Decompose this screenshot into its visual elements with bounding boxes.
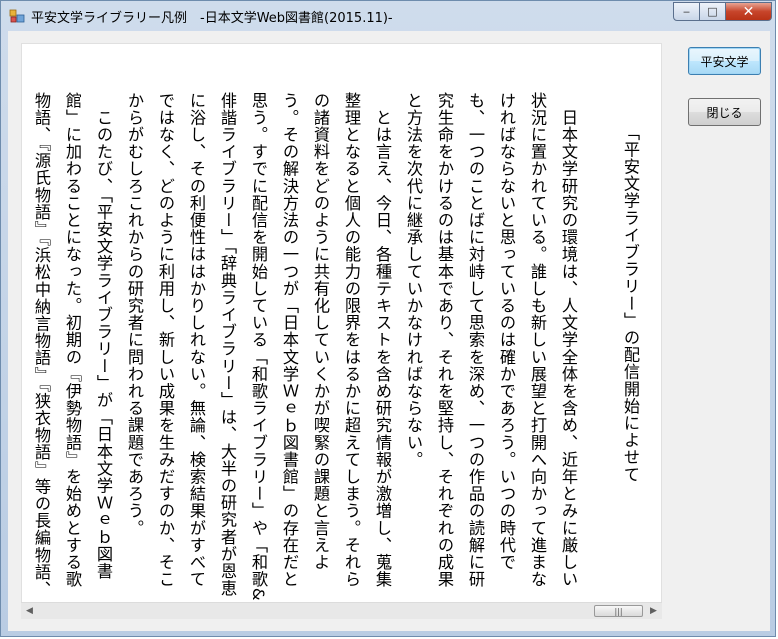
title-bar[interactable]: 平安文学ライブラリー凡例 -日本文学Web図書館(2015.11)- ‒ □ ✕	[1, 1, 777, 31]
scroll-thumb[interactable]: |||	[594, 605, 643, 617]
close-button[interactable]: 閉じる	[688, 98, 761, 126]
maximize-button[interactable]: □	[700, 2, 726, 21]
scroll-right-button[interactable]: ▶	[645, 603, 662, 619]
app-window: 平安文学ライブラリー凡例 -日本文学Web図書館(2015.11)- ‒ □ ✕…	[0, 0, 776, 637]
minimize-button[interactable]: ‒	[673, 2, 700, 21]
maximize-icon: □	[707, 5, 718, 18]
grip-icon: |||	[614, 606, 623, 616]
document-text-panel[interactable]: 「平安文学ライブラリー」の配信開始によせて 日本文学研究の環境は、人文学全体を含…	[21, 43, 662, 618]
paragraph-1-text: 日本文学研究の環境は、人文学全体を含め、近年とみに厳しい状況に置かれている。誰し…	[404, 92, 578, 588]
horizontal-scrollbar[interactable]: ◀ ||| ▶	[21, 602, 662, 619]
paragraph-2-text: とは言え、今日、各種テキストを含め研究情報が激増し、蒐集整理となると個人の能力の…	[125, 92, 392, 602]
vertical-text-content: 「平安文学ライブラリー」の配信開始によせて 日本文学研究の環境は、人文学全体を含…	[26, 92, 646, 602]
scroll-left-button[interactable]: ◀	[21, 603, 38, 619]
paragraph-3-text: このたび、「平安文学ライブラリー」が「日本文学Ｗｅｂ図書館」に加わることになった…	[32, 92, 113, 598]
paragraph-2: とは言え、今日、各種テキストを含め研究情報が激増し、蒐集整理となると個人の能力の…	[119, 92, 398, 602]
heian-bungaku-button[interactable]: 平安文学	[688, 47, 761, 75]
caption-buttons: ‒ □ ✕	[673, 2, 772, 22]
document-title: 「平安文学ライブラリー」の配信開始によせて	[621, 124, 640, 484]
client-area: 「平安文学ライブラリー」の配信開始によせて 日本文学研究の環境は、人文学全体を含…	[8, 31, 770, 631]
window-title: 平安文学ライブラリー凡例 -日本文学Web図書館(2015.11)-	[31, 11, 393, 26]
right-arrow-icon: ▶	[650, 606, 657, 616]
paragraph-3: このたび、「平安文学ライブラリー」が「日本文学Ｗｅｂ図書館」に加わることになった…	[26, 92, 119, 602]
close-window-button[interactable]: ✕	[726, 2, 772, 21]
paragraph-1: 日本文学研究の環境は、人文学全体を含め、近年とみに厳しい状況に置かれている。誰し…	[398, 92, 584, 602]
minimize-icon: ‒	[683, 5, 690, 18]
app-icon	[9, 9, 25, 23]
close-icon: ✕	[742, 3, 755, 20]
left-arrow-icon: ◀	[26, 606, 33, 616]
